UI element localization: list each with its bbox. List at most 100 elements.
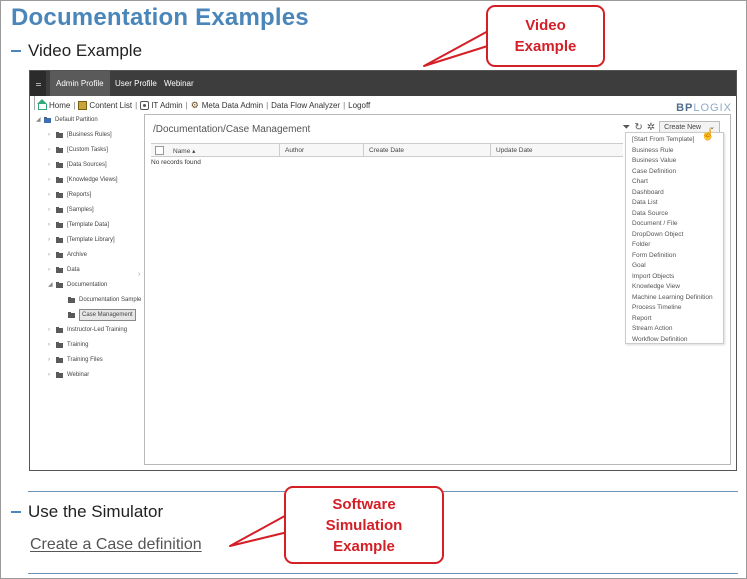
tab-user-profile[interactable]: User Profile [109,71,163,96]
collapse-caret-icon[interactable]: ◢ [36,115,44,125]
app-nav-bar: Home | Content List | IT Admin | ⚙ Meta … [37,98,370,112]
tree-item[interactable]: › [Template Library] [48,235,115,245]
menu-item[interactable]: Workflow Definition [632,335,688,345]
page-title: Documentation Examples [11,4,309,31]
video-section-heading: Video Example [11,41,142,61]
tree-item-label: [Custom Tasks] [67,147,108,153]
nav-logoff[interactable]: Logoff [348,101,370,110]
menu-item[interactable]: Business Rule [632,146,674,156]
tree-item-label: [Data Sources] [67,162,107,168]
video-example-callout: Video Example [486,5,605,67]
app-topbar: Admin Profile User Profile Webinar [30,71,736,96]
tree-item-label: Documentation Sample [79,297,142,303]
menu-item[interactable]: Stream Action [632,324,672,334]
filter-icon[interactable]: ⏷ [622,122,630,133]
tree-item-label: Instructor-Led Training [67,327,128,333]
tree-item[interactable]: › Training Files [48,355,103,365]
tree-item[interactable]: › Webinar [48,370,89,380]
bplogix-logo: BPLOGIX [676,102,732,114]
video-screenshot[interactable]: Admin Profile User Profile Webinar Home … [29,70,737,471]
tree-root[interactable]: ◢ Default Partition [36,115,98,125]
tree-item[interactable]: › [Reports] [48,190,91,200]
settings-icon[interactable]: ✲ [647,122,655,133]
collapse-dash-icon[interactable] [11,50,21,52]
folder-icon [56,146,63,153]
tree-item-label: Case Management [79,309,136,321]
menu-item[interactable]: Goal [632,261,646,271]
tree-item[interactable]: › [Custom Tasks] [48,145,108,155]
tree-item[interactable]: › [Knowledge Views] [48,175,118,185]
folder-icon [56,281,63,288]
menu-item[interactable]: Data Source [632,209,668,219]
tree-item[interactable]: › [Business Rules] [48,130,112,140]
menu-item[interactable]: Form Definition [632,251,676,261]
menu-item[interactable]: Chart [632,177,648,187]
select-all-checkbox[interactable] [155,146,164,155]
folder-icon [68,296,75,303]
content-list-icon [78,100,88,110]
tree-item-label: Webinar [67,372,90,378]
simulator-section-label: Use the Simulator [28,502,164,521]
tab-admin-profile[interactable]: Admin Profile [50,71,110,96]
column-name[interactable]: Name ▴ [173,147,195,155]
partition-icon [44,116,51,123]
tree-item-selected[interactable]: Case Management [68,309,136,321]
tree-item[interactable]: › Instructor-Led Training [48,325,127,335]
brand-light: LOGIX [693,102,732,114]
menu-item[interactable]: Import Objects [632,272,674,282]
column-author[interactable]: Author [285,147,304,154]
folder-icon [56,326,63,333]
tree-item-label: Documentation [67,282,108,288]
folder-icon [68,311,75,318]
tree-item[interactable]: › Archive [48,250,87,260]
tree-item[interactable]: › [Samples] [48,205,94,215]
menu-item[interactable]: [Start From Template] [632,135,694,145]
refresh-icon[interactable]: ↻ [634,122,642,133]
column-update-date[interactable]: Update Date [496,147,533,154]
tree-root-label: Default Partition [55,117,98,123]
it-admin-icon [140,100,150,110]
nav-content-list[interactable]: Content List [89,101,132,110]
menu-item[interactable]: DropDown Object [632,230,683,240]
folder-icon [56,371,63,378]
simulation-callout-pointer [229,511,297,547]
nav-meta-data-admin[interactable]: Meta Data Admin [202,101,263,110]
menu-item[interactable]: Machine Learning Definition [632,293,713,303]
menu-item[interactable]: Business Value [632,156,676,166]
tab-webinar[interactable]: Webinar [158,71,200,96]
tree-item[interactable]: › [Template Data] [48,220,109,230]
column-create-date[interactable]: Create Date [369,147,404,154]
sidebar-toggle[interactable] [30,96,35,110]
nav-data-flow-analyzer[interactable]: Data Flow Analyzer [271,101,340,110]
folder-icon [56,221,63,228]
create-new-label: Create New [664,123,702,131]
menu-item[interactable]: Process Timeline [632,303,682,313]
tree-item-label: Training Files [67,357,103,363]
nav-it-admin[interactable]: IT Admin [151,101,182,110]
video-callout-line1: Video [525,17,566,34]
simulation-example-callout: Software Simulation Example [284,486,444,564]
tree-item[interactable]: ◢ Documentation [48,280,107,290]
menu-item[interactable]: Document / File [632,219,678,229]
folder-icon [56,266,63,273]
menu-item[interactable]: Case Definition [632,167,676,177]
menu-item[interactable]: Data List [632,198,658,208]
brand-bold: BP [676,102,694,114]
tree-item-label: [Knowledge Views] [67,177,118,183]
tree-item[interactable]: Documentation Sample [68,295,141,305]
folder-icon [56,206,63,213]
menu-item[interactable]: Knowledge View [632,282,680,292]
tree-item-label: [Samples] [67,207,94,213]
menu-item[interactable]: Folder [632,240,650,250]
tree-item[interactable]: › [Data Sources] [48,160,107,170]
create-case-definition-link[interactable]: Create a Case definition [30,536,202,554]
menu-item[interactable]: Report [632,314,652,324]
nav-home[interactable]: Home [49,101,70,110]
empty-message: No records found [151,159,201,166]
menu-toggle-icon[interactable] [30,71,46,96]
tree-item[interactable]: › Training [48,340,88,350]
collapse-dash-icon[interactable] [11,511,21,513]
splitter-handle-icon[interactable]: › [138,271,142,279]
tree-item[interactable]: › Data [48,265,80,275]
menu-item[interactable]: Dashboard [632,188,664,198]
